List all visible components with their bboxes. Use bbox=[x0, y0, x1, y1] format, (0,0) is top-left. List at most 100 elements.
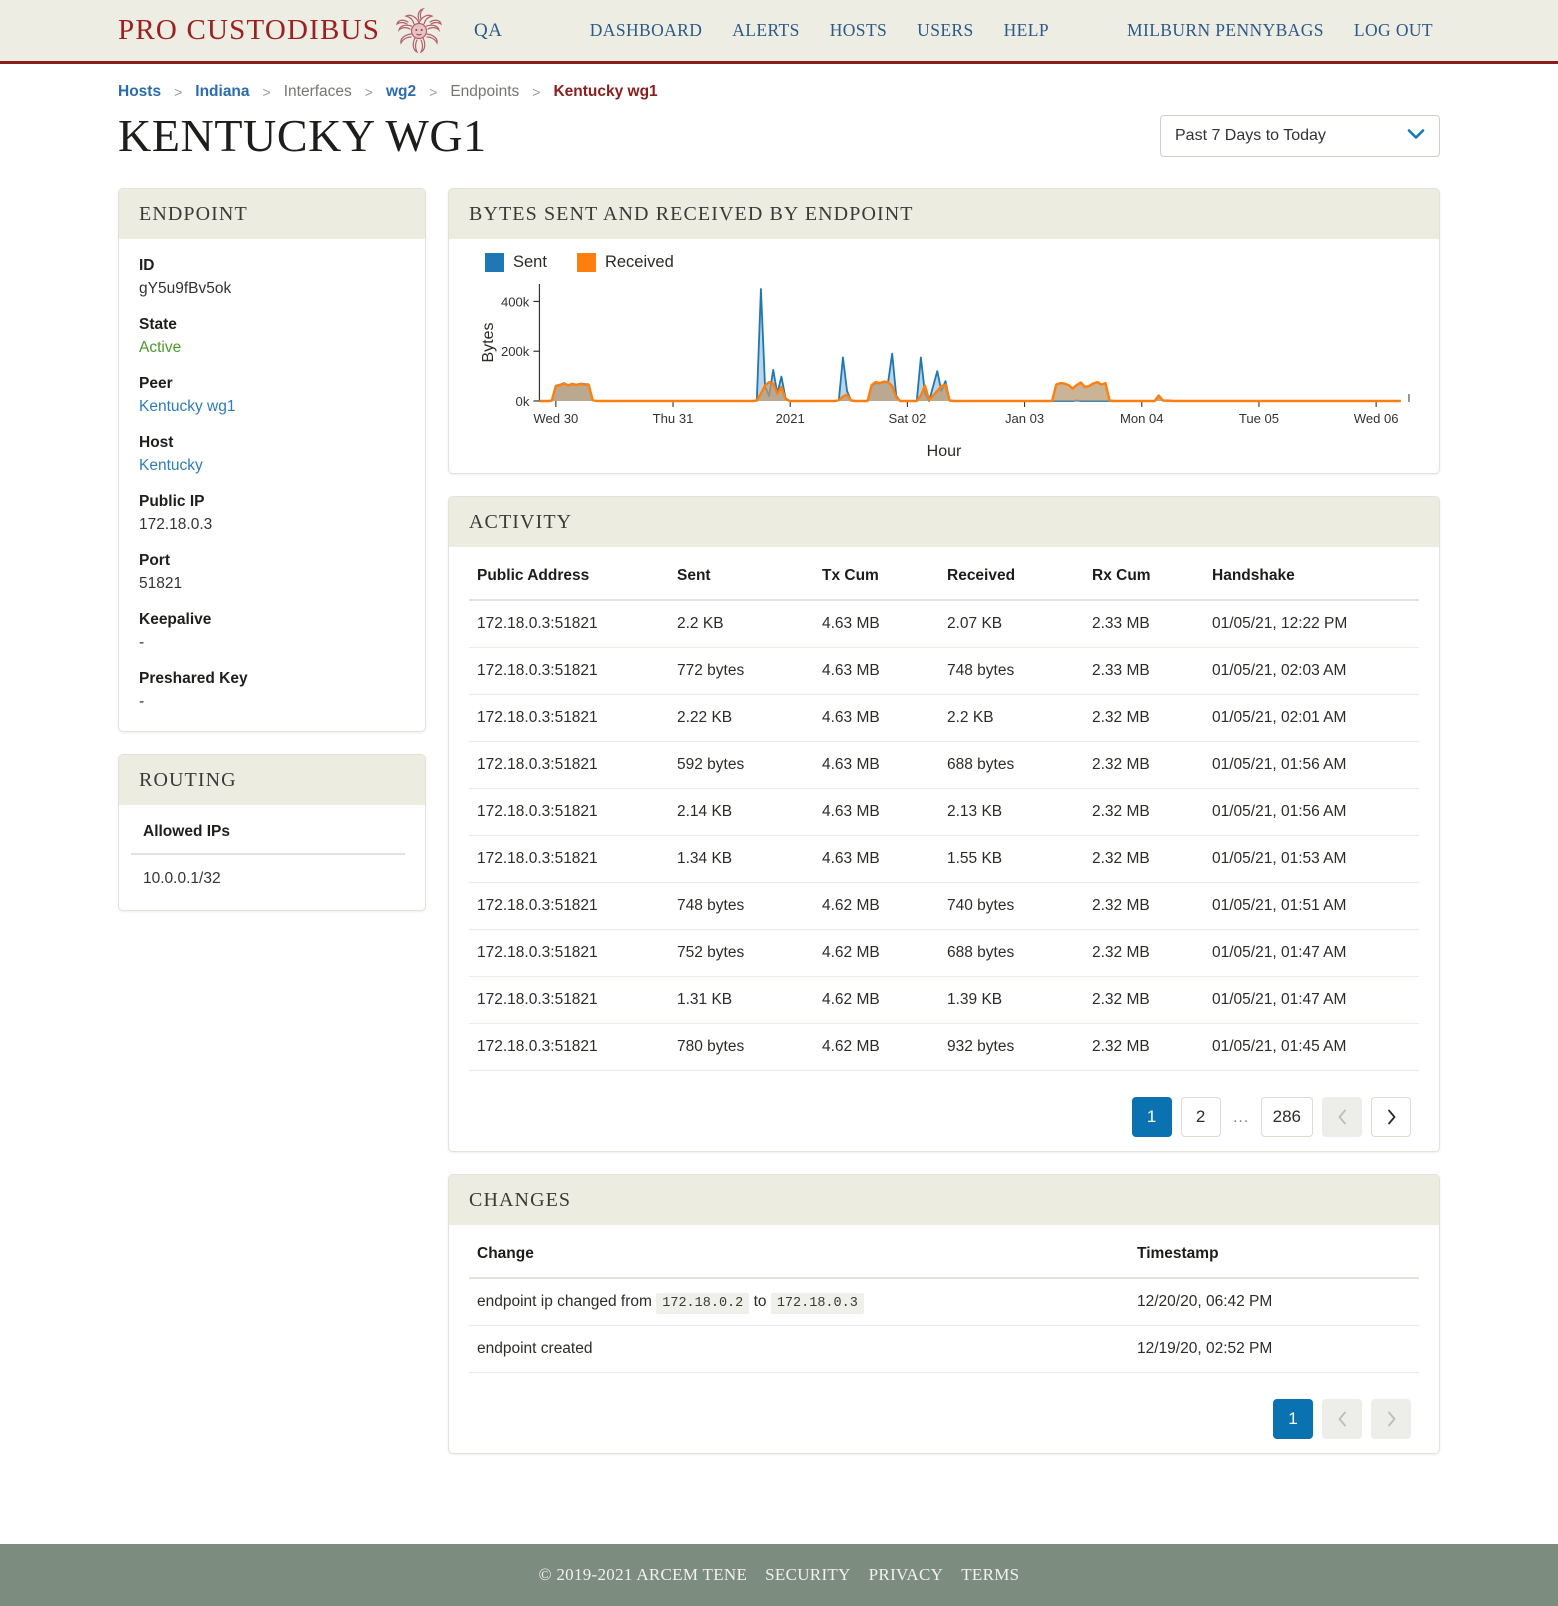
legend-item-received[interactable]: Received bbox=[577, 253, 674, 272]
nav-item-hosts[interactable]: HOSTS bbox=[815, 20, 902, 41]
pagination-next-button[interactable] bbox=[1371, 1097, 1411, 1137]
activity-pagination: 12…286 bbox=[469, 1071, 1419, 1145]
chart-yaxis-title: Bytes bbox=[479, 322, 497, 362]
brand-logo[interactable]: PRO CUSTODIBUS bbox=[118, 6, 444, 56]
page-title: KENTUCKY WG1 bbox=[118, 109, 487, 162]
cell-handshake: 01/05/21, 01:53 AM bbox=[1204, 836, 1419, 883]
activity-card: ACTIVITY Public Address Sent Tx Cum Rece… bbox=[448, 496, 1440, 1152]
table-row[interactable]: 172.18.0.3:51821592 bytes4.63 MB688 byte… bbox=[469, 742, 1419, 789]
chart-y-tick-label: 400k bbox=[501, 294, 530, 309]
left-column: ENDPOINT ID gY5u9fBv5ok State Active Pee… bbox=[118, 188, 426, 933]
qa-badge[interactable]: QA bbox=[474, 20, 502, 42]
table-row[interactable]: endpoint created12/19/20, 02:52 PM bbox=[469, 1326, 1419, 1373]
nav-item-users[interactable]: USERS bbox=[902, 20, 988, 41]
breadcrumb-separator-icon: > bbox=[174, 84, 182, 100]
field-value-peer[interactable]: Kentucky wg1 bbox=[139, 398, 405, 416]
cell-sent: 2.14 KB bbox=[669, 789, 814, 836]
chart-area-sent bbox=[539, 289, 1400, 401]
activity-table-body: 172.18.0.3:518212.2 KB4.63 MB2.07 KB2.33… bbox=[469, 600, 1419, 1071]
date-range-value: Past 7 Days to Today bbox=[1175, 127, 1326, 145]
footer-link-security[interactable]: SECURITY bbox=[756, 1565, 860, 1585]
nav-item-dashboard[interactable]: DASHBOARD bbox=[575, 20, 718, 41]
cell-received: 932 bytes bbox=[939, 1024, 1084, 1071]
chart-xaxis-title: Hour bbox=[471, 443, 1417, 461]
footer-link-privacy[interactable]: PRIVACY bbox=[860, 1565, 953, 1585]
cell-sent: 780 bytes bbox=[669, 1024, 814, 1071]
cell-received: 2.13 KB bbox=[939, 789, 1084, 836]
field-value-state: Active bbox=[139, 339, 405, 357]
cell-change: endpoint ip changed from 172.18.0.2 to 1… bbox=[469, 1278, 1129, 1326]
chevron-right-icon bbox=[1386, 1109, 1397, 1125]
cell-rx-cum: 2.33 MB bbox=[1084, 600, 1204, 648]
cell-tx-cum: 4.62 MB bbox=[814, 930, 939, 977]
cell-rx-cum: 2.32 MB bbox=[1084, 1024, 1204, 1071]
chevron-right-icon bbox=[1386, 1411, 1397, 1427]
changes-card-title: CHANGES bbox=[449, 1175, 1439, 1225]
endpoint-card-body: ID gY5u9fBv5ok State Active Peer Kentuck… bbox=[119, 239, 425, 731]
table-row[interactable]: 172.18.0.3:51821748 bytes4.62 MB740 byte… bbox=[469, 883, 1419, 930]
endpoint-card-title: ENDPOINT bbox=[119, 189, 425, 239]
current-user-link[interactable]: MILBURN PENNYBAGS bbox=[1112, 20, 1339, 41]
nav-item-help[interactable]: HELP bbox=[989, 20, 1064, 41]
field-value-host[interactable]: Kentucky bbox=[139, 457, 405, 475]
cell-public-address: 172.18.0.3:51821 bbox=[469, 930, 669, 977]
cell-rx-cum: 2.33 MB bbox=[1084, 648, 1204, 695]
right-column: BYTES SENT AND RECEIVED BY ENDPOINT Sent… bbox=[448, 188, 1440, 1476]
pagination-page-2[interactable]: 2 bbox=[1181, 1097, 1221, 1137]
col-sent[interactable]: Sent bbox=[669, 557, 814, 600]
bytes-chart-card: BYTES SENT AND RECEIVED BY ENDPOINT Sent… bbox=[448, 188, 1440, 474]
date-range-select[interactable]: Past 7 Days to Today bbox=[1160, 115, 1440, 157]
col-timestamp[interactable]: Timestamp bbox=[1129, 1235, 1419, 1278]
cell-handshake: 01/05/21, 01:51 AM bbox=[1204, 883, 1419, 930]
cell-timestamp: 12/20/20, 06:42 PM bbox=[1129, 1278, 1419, 1326]
table-row[interactable]: 172.18.0.3:51821780 bytes4.62 MB932 byte… bbox=[469, 1024, 1419, 1071]
table-row[interactable]: 172.18.0.3:518212.14 KB4.63 MB2.13 KB2.3… bbox=[469, 789, 1419, 836]
chart-x-tick-label: Wed 06 bbox=[1354, 411, 1399, 426]
breadcrumb-item-indiana[interactable]: Indiana bbox=[195, 83, 249, 101]
breadcrumb-item-hosts[interactable]: Hosts bbox=[118, 83, 161, 101]
table-row[interactable]: endpoint ip changed from 172.18.0.2 to 1… bbox=[469, 1278, 1419, 1326]
field-value-port: 51821 bbox=[139, 575, 405, 593]
field-label-port: Port bbox=[139, 552, 405, 570]
logout-link[interactable]: LOG OUT bbox=[1339, 20, 1448, 41]
table-row[interactable]: 172.18.0.3:518212.2 KB4.63 MB2.07 KB2.33… bbox=[469, 600, 1419, 648]
cell-tx-cum: 4.63 MB bbox=[814, 836, 939, 883]
activity-table-header-row: Public Address Sent Tx Cum Received Rx C… bbox=[469, 557, 1419, 600]
breadcrumb-item-wg2[interactable]: wg2 bbox=[386, 83, 416, 101]
table-row[interactable]: 172.18.0.3:518212.22 KB4.63 MB2.2 KB2.32… bbox=[469, 695, 1419, 742]
col-change[interactable]: Change bbox=[469, 1235, 1129, 1278]
cell-tx-cum: 4.63 MB bbox=[814, 695, 939, 742]
field-value-keepalive: - bbox=[139, 634, 405, 652]
changes-card: CHANGES Change Timestamp endpoint ip cha… bbox=[448, 1174, 1440, 1454]
cell-rx-cum: 2.32 MB bbox=[1084, 836, 1204, 883]
legend-label-received: Received bbox=[605, 253, 674, 272]
col-rx-cum[interactable]: Rx Cum bbox=[1084, 557, 1204, 600]
pagination-page-1[interactable]: 1 bbox=[1273, 1399, 1313, 1439]
col-public-address[interactable]: Public Address bbox=[469, 557, 669, 600]
legend-item-sent[interactable]: Sent bbox=[485, 253, 547, 272]
cell-received: 688 bytes bbox=[939, 930, 1084, 977]
col-handshake[interactable]: Handshake bbox=[1204, 557, 1419, 600]
endpoint-detail-list: ID gY5u9fBv5ok State Active Peer Kentuck… bbox=[139, 257, 405, 711]
footer-link-terms[interactable]: TERMS bbox=[952, 1565, 1028, 1585]
routing-card-body: Allowed IPs 10.0.0.1/32 bbox=[119, 805, 425, 910]
cell-handshake: 01/05/21, 01:47 AM bbox=[1204, 977, 1419, 1024]
pagination-page-1[interactable]: 1 bbox=[1132, 1097, 1172, 1137]
table-row[interactable]: 172.18.0.3:51821752 bytes4.62 MB688 byte… bbox=[469, 930, 1419, 977]
cell-sent: 1.34 KB bbox=[669, 836, 814, 883]
cell-tx-cum: 4.62 MB bbox=[814, 1024, 939, 1071]
cell-tx-cum: 4.62 MB bbox=[814, 977, 939, 1024]
chart-line-received bbox=[539, 382, 1400, 401]
pagination-page-286[interactable]: 286 bbox=[1261, 1097, 1313, 1137]
cell-rx-cum: 2.32 MB bbox=[1084, 977, 1204, 1024]
cell-public-address: 172.18.0.3:51821 bbox=[469, 883, 669, 930]
nav-item-alerts[interactable]: ALERTS bbox=[717, 20, 814, 41]
cell-rx-cum: 2.32 MB bbox=[1084, 742, 1204, 789]
col-tx-cum[interactable]: Tx Cum bbox=[814, 557, 939, 600]
table-row[interactable]: 172.18.0.3:518211.34 KB4.63 MB1.55 KB2.3… bbox=[469, 836, 1419, 883]
table-row[interactable]: 172.18.0.3:51821772 bytes4.63 MB748 byte… bbox=[469, 648, 1419, 695]
table-row[interactable]: 172.18.0.3:518211.31 KB4.62 MB1.39 KB2.3… bbox=[469, 977, 1419, 1024]
col-received[interactable]: Received bbox=[939, 557, 1084, 600]
bytes-chart-plot[interactable]: 0k200k400kBytesWed 30Thu 312021Sat 02Jan… bbox=[471, 276, 1417, 441]
chart-legend: Sent Received bbox=[471, 253, 1417, 272]
